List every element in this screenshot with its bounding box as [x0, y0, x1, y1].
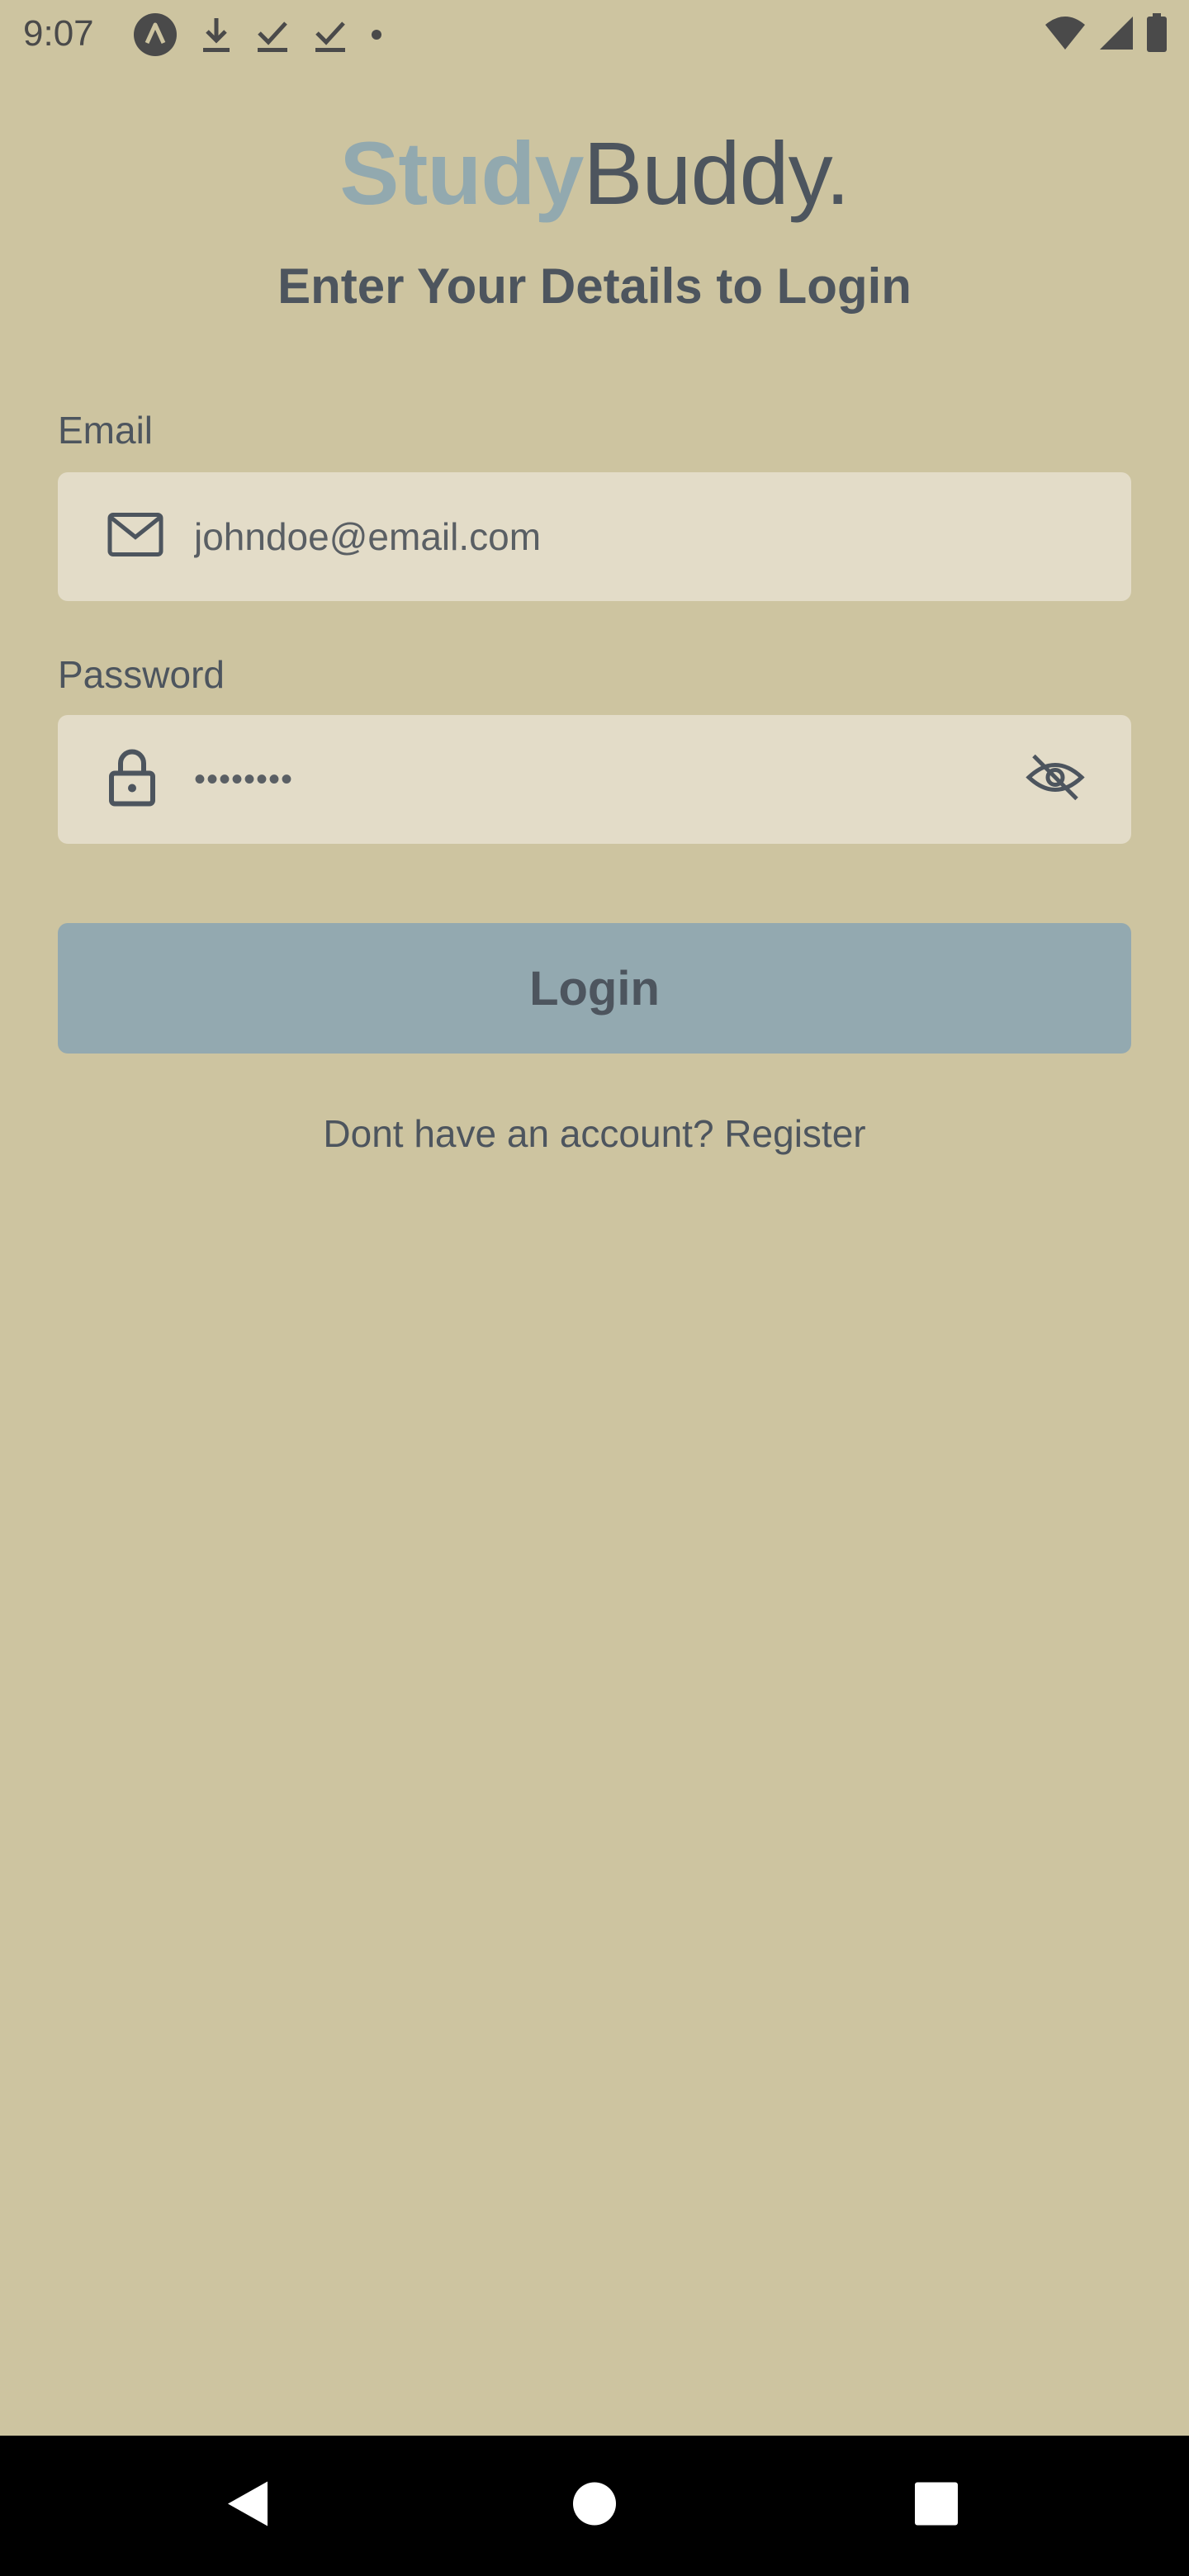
status-time: 9:07 — [23, 13, 94, 54]
recents-icon[interactable] — [914, 2482, 959, 2531]
check-download-icon — [254, 15, 291, 54]
register-link[interactable]: Dont have an account? Register — [0, 1111, 1189, 1156]
login-button[interactable]: Login — [58, 923, 1131, 1054]
logo-study: Study — [339, 123, 584, 223]
wifi-icon — [1044, 15, 1087, 51]
eye-off-icon[interactable] — [1026, 753, 1085, 807]
back-icon[interactable] — [225, 2479, 271, 2534]
mail-icon — [107, 513, 163, 561]
email-input[interactable] — [194, 472, 1020, 601]
system-nav-bar — [0, 2436, 1189, 2576]
dot-icon — [370, 28, 383, 41]
status-bar: 9:07 — [0, 0, 1189, 69]
password-input[interactable]: •••••••• — [194, 715, 293, 844]
app-notification-icon — [132, 12, 178, 58]
email-field-container[interactable] — [58, 472, 1131, 601]
logo-buddy: Buddy. — [583, 123, 850, 223]
password-label: Password — [58, 653, 225, 696]
email-label: Email — [58, 409, 154, 452]
check-download-icon — [312, 15, 348, 54]
battery-icon — [1146, 13, 1168, 53]
home-icon[interactable] — [571, 2481, 618, 2531]
signal-icon — [1098, 15, 1135, 51]
app-logo: StudyBuddy. — [0, 116, 1189, 231]
page-subtitle: Enter Your Details to Login — [277, 258, 912, 314]
status-icons-right — [1044, 13, 1168, 53]
lock-icon — [107, 749, 157, 811]
password-field-container[interactable]: •••••••• — [58, 715, 1131, 844]
status-icons-left — [132, 12, 383, 58]
download-icon — [200, 15, 233, 54]
